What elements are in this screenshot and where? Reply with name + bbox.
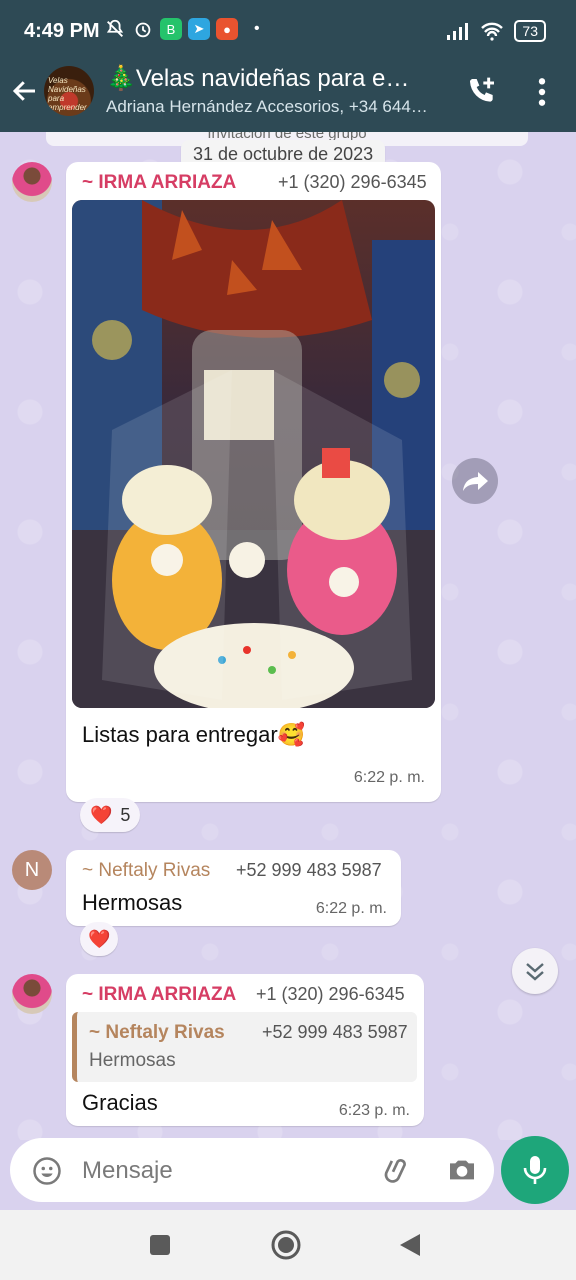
- quoted-text: Hermosas: [89, 1050, 176, 1071]
- back-arrow-icon[interactable]: [10, 76, 40, 106]
- quoted-phone: +52 999 483 5987: [262, 1022, 408, 1042]
- system-navigation-bar: [0, 1210, 576, 1280]
- signal-icon: [447, 23, 469, 40]
- message-time: 6:22 p. m.: [353, 769, 425, 786]
- forward-button[interactable]: [452, 458, 498, 504]
- double-chevron-down-icon: [526, 963, 544, 981]
- whatsapp-business-icon: B: [160, 18, 182, 40]
- emoji-icon[interactable]: [32, 1156, 62, 1186]
- message-input[interactable]: [80, 1152, 384, 1190]
- chat-header: Velas Navideñas para emprender 🎄Velas na…: [0, 60, 576, 132]
- mute-icon: [106, 19, 124, 37]
- message-time: 6:23 p. m.: [338, 1102, 410, 1119]
- add-call-icon[interactable]: [466, 75, 498, 107]
- more-notifications-dot: •: [254, 20, 260, 37]
- message-time: 6:22 p. m.: [315, 900, 387, 917]
- message-sender-phone: +1 (320) 296-6345: [278, 172, 427, 192]
- telegram-icon: ➤: [188, 18, 210, 40]
- message-sender-phone: +52 999 483 5987: [236, 860, 382, 880]
- avatar[interactable]: [12, 974, 52, 1014]
- attach-icon[interactable]: [382, 1154, 414, 1186]
- avatar[interactable]: N: [12, 850, 52, 890]
- mic-button[interactable]: [501, 1136, 569, 1204]
- more-options-icon[interactable]: [532, 76, 552, 108]
- avatar[interactable]: [12, 162, 52, 202]
- message-bubble[interactable]: ~ IRMA ARRIAZA +1 (320) 296-6345 Listas …: [66, 162, 441, 802]
- status-time: 4:49 PM: [24, 20, 100, 42]
- group-title[interactable]: 🎄Velas navideñas para e…: [106, 64, 436, 93]
- recent-apps-icon[interactable]: [148, 1233, 172, 1257]
- message-composer: [10, 1138, 494, 1202]
- message-sender-phone: +1 (320) 296-6345: [256, 984, 405, 1004]
- message-text: Hermosas: [82, 890, 183, 915]
- mic-icon: [523, 1156, 547, 1184]
- message-sender[interactable]: ~ IRMA ARRIAZA: [82, 984, 236, 1006]
- battery-icon: 73: [514, 20, 546, 42]
- chat-area[interactable]: Invitación de este grupo 31 de octubre d…: [0, 132, 576, 1140]
- forward-icon: [463, 472, 488, 491]
- quoted-message[interactable]: ~ Neftaly Rivas +52 999 483 5987 Hermosa…: [72, 1012, 417, 1082]
- message-bubble[interactable]: ~ IRMA ARRIAZA +1 (320) 296-6345 ~ Nefta…: [66, 974, 424, 1126]
- avatar-letter: N: [24, 859, 40, 881]
- message-photo[interactable]: [72, 200, 435, 708]
- quoted-sender: ~ Neftaly Rivas: [89, 1022, 225, 1043]
- reaction-count: 5: [120, 804, 131, 825]
- status-system-icons: 73: [446, 20, 546, 42]
- message-text: Listas para entregar🥰: [82, 722, 306, 747]
- status-notification-icons: B ➤ ● •: [104, 18, 260, 40]
- message-sender[interactable]: ~ Neftaly Rivas: [82, 860, 210, 882]
- status-bar: 4:49 PM B ➤ ● • 73: [0, 0, 576, 60]
- heart-reaction-icon: ❤️: [88, 928, 111, 949]
- group-members[interactable]: Adriana Hernández Accesorios, +34 644…: [106, 97, 446, 117]
- candles-photo-illustration: [72, 200, 435, 708]
- back-nav-icon[interactable]: [398, 1232, 422, 1258]
- scroll-to-bottom-button[interactable]: [512, 948, 558, 994]
- group-avatar-text: Velas Navideñas para emprender: [48, 76, 87, 112]
- group-avatar[interactable]: Velas Navideñas para emprender: [44, 66, 94, 116]
- message-bubble[interactable]: ~ Neftaly Rivas +52 999 483 5987 Hermosa…: [66, 850, 401, 926]
- camera-icon[interactable]: [446, 1154, 478, 1186]
- reaction-badge[interactable]: ❤️ 5: [80, 798, 141, 832]
- message-sender[interactable]: ~ IRMA ARRIAZA: [82, 172, 236, 194]
- message-text: Gracias: [82, 1090, 158, 1115]
- reaction-badge[interactable]: ❤️: [80, 922, 119, 956]
- alarm-icon: [135, 22, 151, 38]
- heart-reaction-icon: ❤️: [90, 804, 113, 825]
- home-icon[interactable]: [270, 1229, 302, 1261]
- app-icon: ●: [216, 18, 238, 40]
- wifi-icon: [481, 22, 504, 41]
